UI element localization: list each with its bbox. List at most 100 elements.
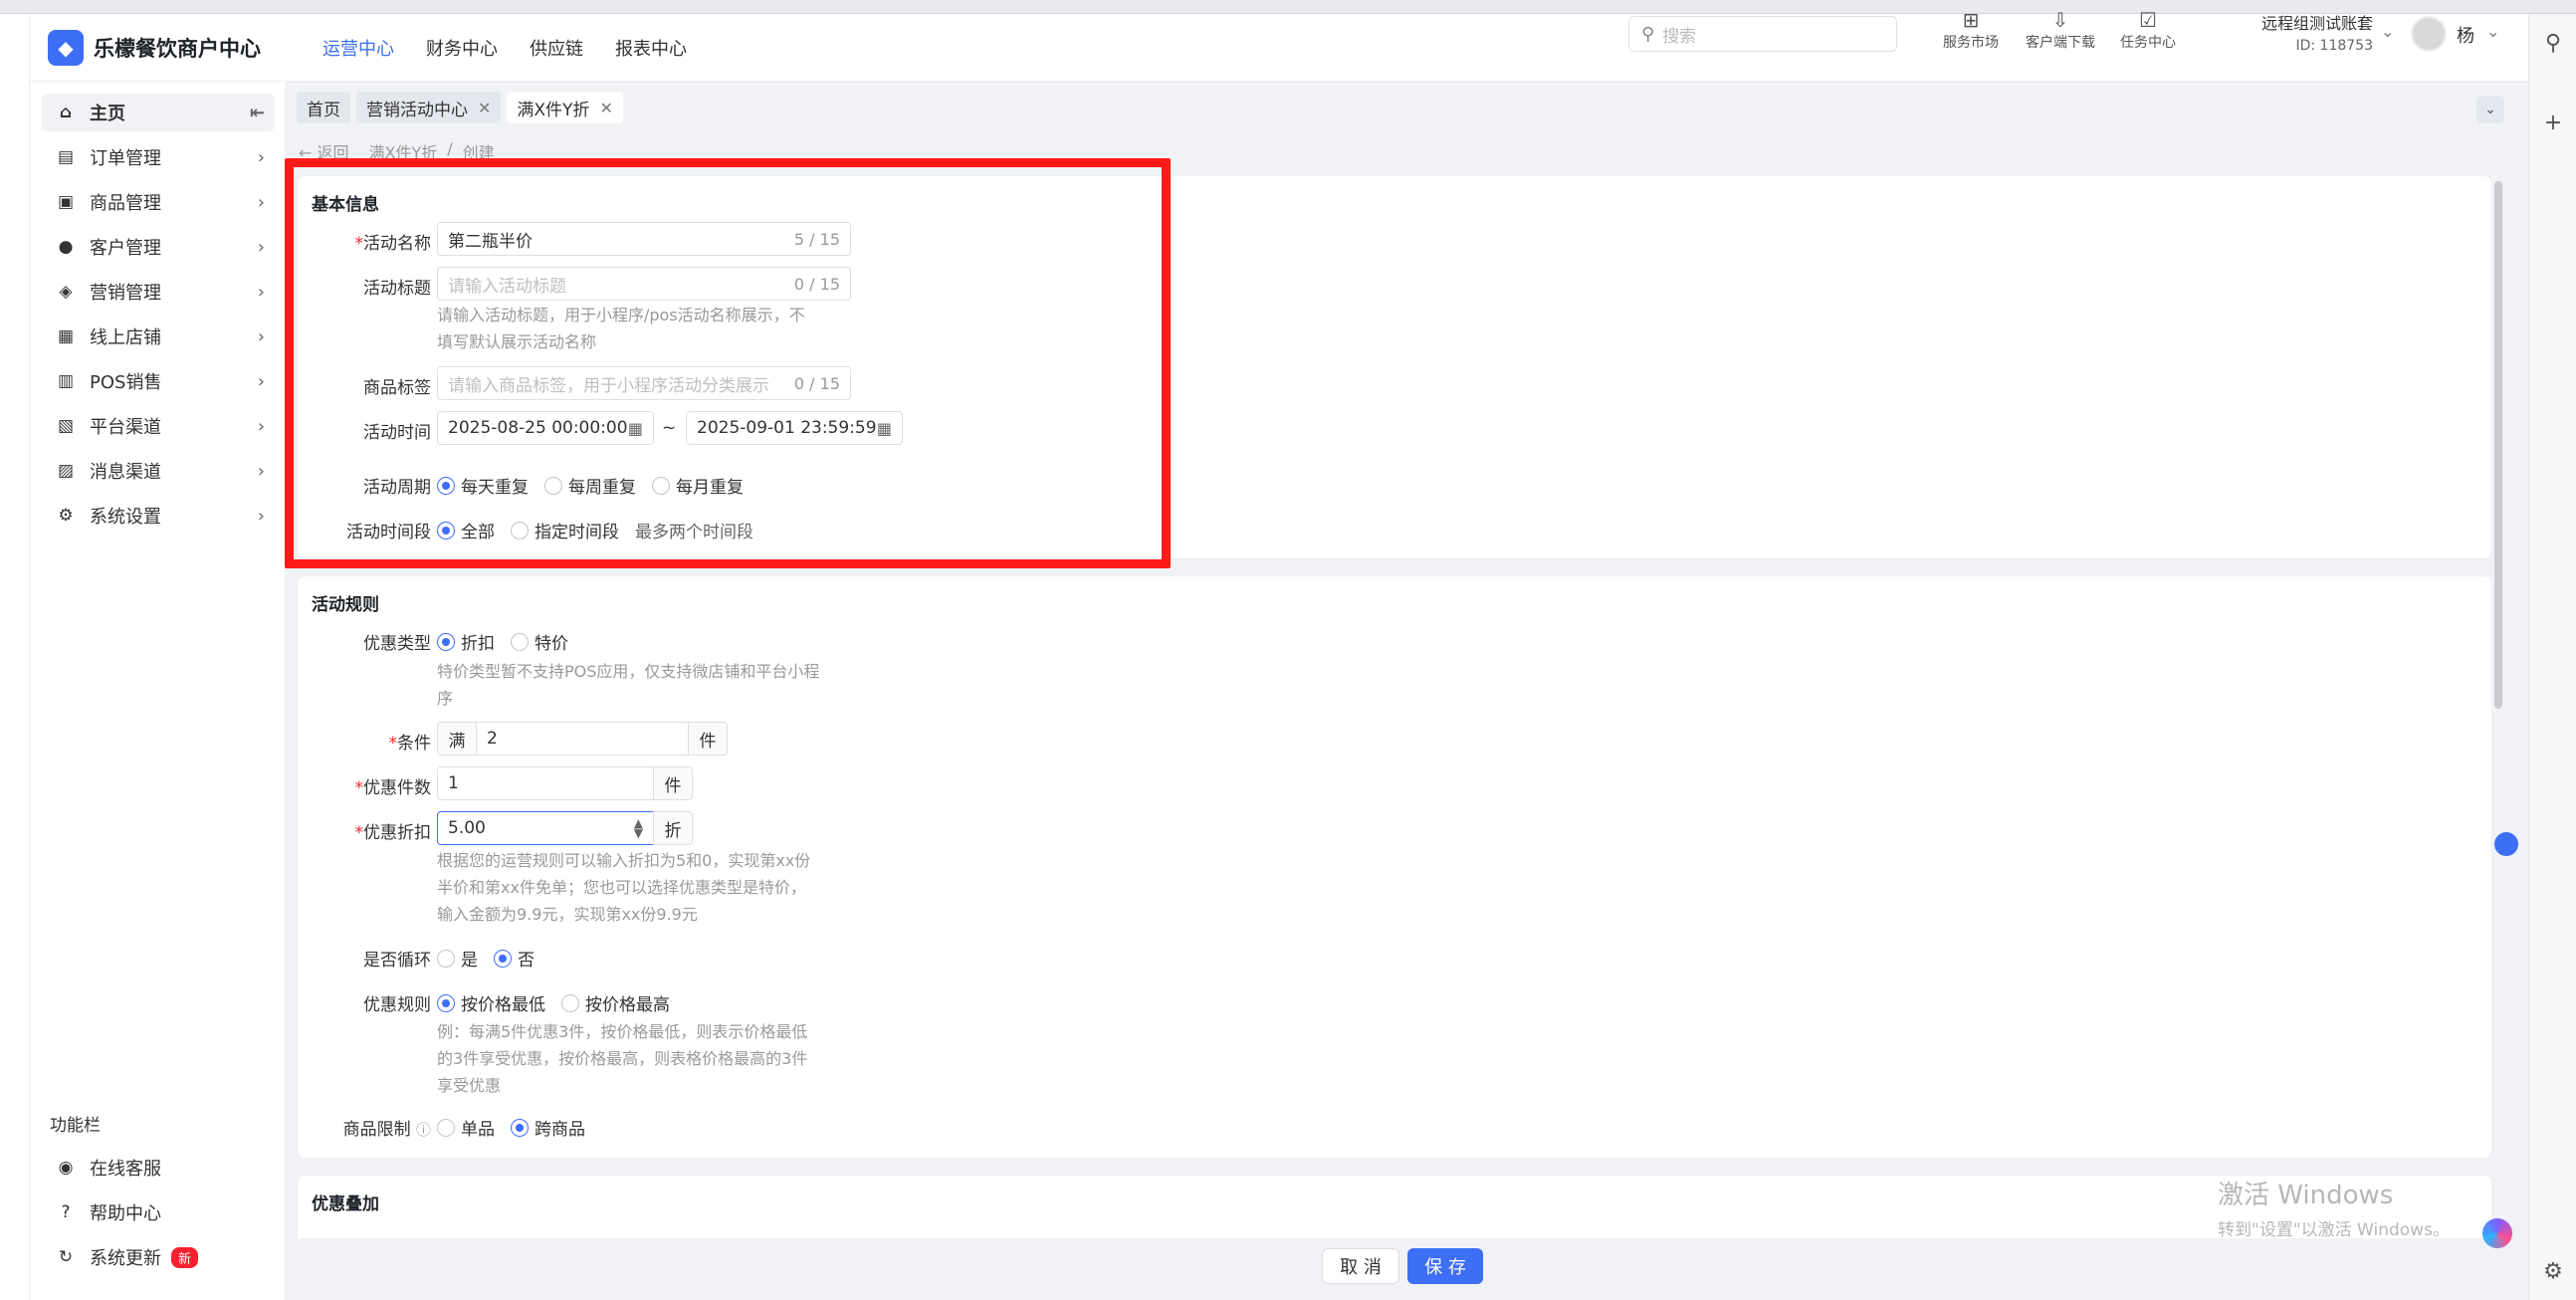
avatar[interactable] <box>2411 16 2447 52</box>
discount-qty-label: *优惠件数 <box>354 778 432 798</box>
sidebar-item-messages[interactable]: ▨ 消息渠道 › <box>42 452 275 490</box>
discount-type-label: 优惠类型 <box>363 634 431 654</box>
nav-supply-chain[interactable]: 供应链 <box>530 29 583 67</box>
sidebar-item-system-update[interactable]: ↻ 系统更新 新 <box>42 1238 275 1276</box>
radio-icon <box>511 1118 529 1137</box>
collapse-icon[interactable]: ⇤ <box>250 103 265 123</box>
chevron-down-icon[interactable]: ⌄ <box>2381 22 2394 41</box>
sidebar-item-online-service[interactable]: ◉ 在线客服 <box>42 1149 275 1187</box>
order-icon: ▤ <box>57 147 75 167</box>
condition-suffix: 件 <box>688 722 728 756</box>
question-icon[interactable]: ⓘ <box>416 1121 431 1139</box>
discount-rate-label: *优惠折扣 <box>354 823 432 843</box>
sidebar-item-goods[interactable]: ▣ 商品管理 › <box>42 183 275 221</box>
chevron-down-icon[interactable]: ⌄ <box>2486 22 2499 41</box>
gear-icon[interactable]: ⚙ <box>2541 1260 2565 1284</box>
account-name: 远程组测试账套 <box>2260 14 2373 33</box>
customer-icon: ● <box>58 237 74 257</box>
chevron-right-icon: › <box>257 146 265 168</box>
download-icon: ⇩ <box>2051 8 2069 32</box>
radio-icon <box>437 949 455 968</box>
tabs-dropdown-button[interactable]: ⌄ <box>2476 96 2504 123</box>
sidebar-item-marketing[interactable]: ◈ 营销管理 › <box>42 273 275 311</box>
sidebar-item-label: 帮助中心 <box>90 1203 161 1224</box>
loop-yes-radio[interactable]: 是 <box>437 946 478 971</box>
condition-prefix: 满 <box>437 722 477 756</box>
chat-bubble-icon[interactable] <box>2494 832 2518 856</box>
radio-icon <box>511 632 529 651</box>
tab-home[interactable]: 首页 <box>297 92 350 123</box>
task-center-label: 任务中心 <box>2120 35 2176 51</box>
sidebar-item-label: 消息渠道 <box>90 462 161 483</box>
chevron-right-icon: › <box>257 370 265 392</box>
search-icon: ⚲ <box>1641 23 1655 45</box>
sidebar-item-customers[interactable]: ● 客户管理 › <box>42 228 275 266</box>
condition-label: *条件 <box>388 734 432 754</box>
type-special-price-radio[interactable]: 特价 <box>511 629 568 654</box>
goods-limit-radio-group: 单品 跨商品 <box>437 1115 601 1140</box>
sidebar-item-home[interactable]: ⌂ 主页 ⇤ <box>42 94 275 131</box>
pos-icon: ▥ <box>57 371 75 391</box>
sidebar-item-pos[interactable]: ▥ POS销售 › <box>42 362 275 400</box>
user-name[interactable]: 杨 <box>2457 22 2474 48</box>
nav-reports[interactable]: 报表中心 <box>615 29 687 67</box>
tab-x-items-y-discount[interactable]: 满X件Y折 ✕ <box>507 92 623 123</box>
sidebar-item-help[interactable]: ? 帮助中心 <box>42 1193 275 1231</box>
discount-rate-input[interactable]: 5.00 ▲ ▼ <box>437 811 654 845</box>
tab-marketing-center[interactable]: 营销活动中心 ✕ <box>356 92 502 123</box>
chevron-right-icon: › <box>257 460 265 482</box>
browser-side-rail: ⚲ + ⚙ <box>2528 14 2576 1300</box>
rule-lowest-price-radio[interactable]: 按价格最低 <box>437 990 545 1015</box>
task-center-button[interactable]: ☑ 任务中心 <box>2108 8 2188 52</box>
section-title: 活动规则 <box>312 595 379 615</box>
sidebar-item-label: 线上店铺 <box>90 327 161 348</box>
loop-no-radio[interactable]: 否 <box>494 946 535 971</box>
close-icon[interactable]: ✕ <box>478 99 491 117</box>
logo-icon: ◆ <box>48 29 84 66</box>
search-icon[interactable]: ⚲ <box>2541 32 2565 56</box>
assistant-icon[interactable] <box>2482 1218 2512 1248</box>
gear-icon: ⚙ <box>58 506 74 526</box>
plus-icon[interactable]: + <box>2541 111 2565 135</box>
search-input[interactable]: ⚲ 搜索 <box>1628 16 1897 52</box>
sidebar-item-label: 系统更新 <box>90 1248 161 1269</box>
rule-highest-price-radio[interactable]: 按价格最高 <box>561 990 670 1015</box>
scrollbar[interactable] <box>2494 181 2502 709</box>
number-stepper-icon[interactable]: ▲ ▼ <box>634 817 643 839</box>
limit-single-radio[interactable]: 单品 <box>437 1115 495 1140</box>
discount-type-help: 特价类型暂不支持POS应用，仅支持微店铺和平台小程 序 <box>437 662 820 708</box>
sidebar-item-settings[interactable]: ⚙ 系统设置 › <box>42 497 275 535</box>
radio-icon <box>494 949 512 968</box>
account-switcher[interactable]: 远程组测试账套 ID: 118753 <box>2204 10 2373 54</box>
discount-qty-value: 1 <box>448 773 459 793</box>
market-icon: ⊞ <box>1962 8 1980 32</box>
client-download-label: 客户端下载 <box>2026 35 2095 51</box>
platform-icon: ▧ <box>57 416 75 436</box>
sidebar-item-online-shop[interactable]: ▦ 线上店铺 › <box>42 318 275 355</box>
nav-operations[interactable]: 运营中心 <box>322 29 394 67</box>
app-logo[interactable]: ◆ 乐檬餐饮商户中心 <box>48 29 287 66</box>
nav-finance[interactable]: 财务中心 <box>426 29 498 67</box>
discount-qty-input[interactable]: 1 <box>437 766 654 800</box>
client-download-button[interactable]: ⇩ 客户端下载 <box>2021 8 2100 52</box>
top-nav: 运营中心 财务中心 供应链 报表中心 <box>322 29 719 67</box>
chevron-right-icon: › <box>257 415 265 437</box>
limit-cross-goods-radio[interactable]: 跨商品 <box>511 1115 585 1140</box>
goods-icon: ▣ <box>57 192 75 212</box>
discount-rule-label: 优惠规则 <box>363 995 431 1015</box>
condition-input[interactable]: 2 <box>476 722 689 756</box>
sidebar-item-platform[interactable]: ▧ 平台渠道 › <box>42 407 275 445</box>
sidebar-item-orders[interactable]: ▤ 订单管理 › <box>42 138 275 176</box>
save-button[interactable]: 保 存 <box>1407 1248 1483 1284</box>
close-icon[interactable]: ✕ <box>599 99 612 117</box>
cancel-button[interactable]: 取 消 <box>1322 1248 1399 1284</box>
service-market-button[interactable]: ⊞ 服务市场 <box>1931 8 2011 52</box>
radio-icon <box>561 993 579 1012</box>
type-discount-radio[interactable]: 折扣 <box>437 629 495 654</box>
tag-icon: ◈ <box>59 282 73 302</box>
discount-rate-suffix: 折 <box>653 811 693 845</box>
chevron-right-icon: › <box>257 236 265 258</box>
radio-icon <box>437 993 455 1012</box>
tab-label: 营销活动中心 <box>366 100 468 120</box>
sidebar-item-label: POS销售 <box>90 372 162 393</box>
